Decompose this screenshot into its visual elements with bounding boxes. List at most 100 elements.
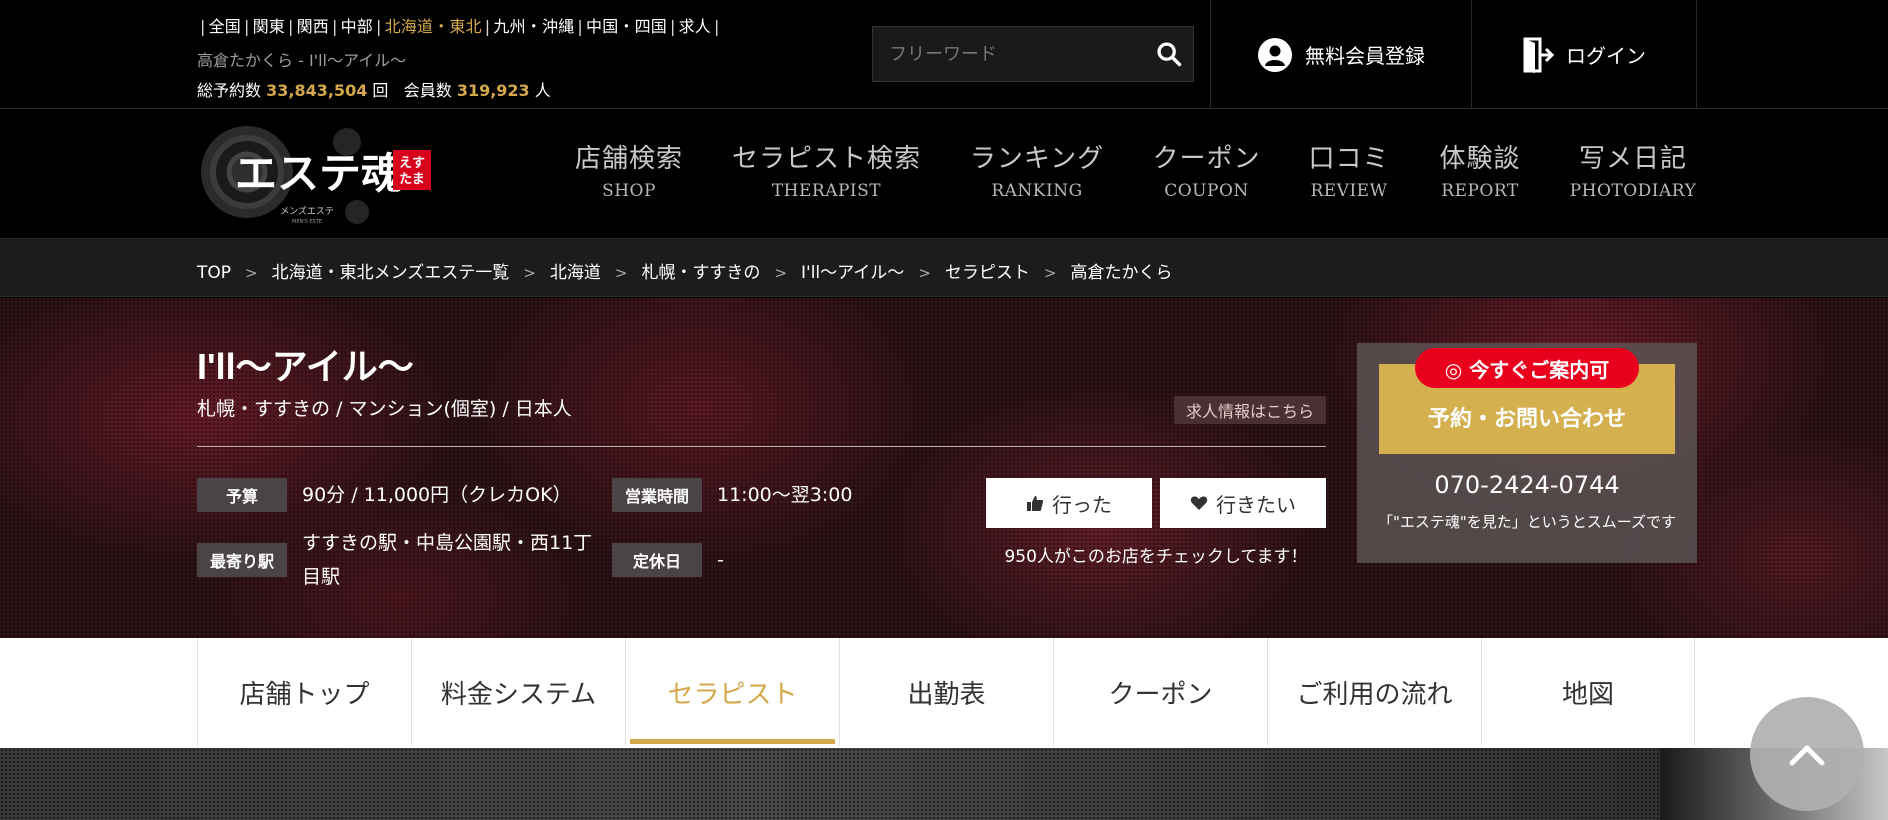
tab-schedule[interactable]: 出勤表 [839, 638, 1053, 746]
shop-subtitle: 札幌・すすきの / マンション(個室) / 日本人 [197, 398, 572, 420]
region-links: | 全国 | 関東 | 関西 | 中部 | 北海道・東北 | 九州・沖縄 | 中国・四国 | 求人 | [200, 17, 720, 36]
holiday-label: 定休日 [612, 543, 702, 577]
bookings-count: 33,843,504 [266, 81, 368, 100]
therapist-banner [0, 748, 1888, 820]
nav-photodiary[interactable]: 写メ日記 PHOTODIARY [1568, 138, 1698, 201]
thumbs-up-icon [1027, 496, 1044, 511]
region-link-recruit[interactable]: 求人 [679, 17, 711, 36]
site-logo[interactable]: エステ魂 えす たま メンズエステ MEN'S ESTE [197, 120, 437, 228]
members-unit: 人 [534, 81, 551, 100]
region-link-chubu[interactable]: 中部 [341, 17, 373, 36]
chevron-right-icon: > [245, 264, 258, 282]
region-link-all[interactable]: 全国 [209, 17, 241, 36]
logo-text: エステ魂 [235, 149, 403, 198]
bookings-label: 総予約数 [197, 81, 262, 100]
nav-therapist[interactable]: セラピスト検索 THERAPIST [730, 138, 923, 201]
budget-value: 90分 / 11,000円（クレカOK） [302, 484, 572, 506]
region-link-kanto[interactable]: 関東 [253, 17, 285, 36]
register-label: 無料会員登録 [1305, 44, 1425, 68]
region-link-chugoku-shikoku[interactable]: 中国・四国 [586, 17, 667, 36]
budget-label: 予算 [197, 478, 287, 512]
search-input[interactable] [873, 27, 1143, 81]
svg-text:えす: えす [399, 156, 425, 171]
nav-ranking-en: RANKING [991, 181, 1083, 201]
nav-report-en: REPORT [1441, 181, 1519, 201]
region-link-hokkaido-tohoku[interactable]: 北海道・東北 [385, 17, 482, 36]
holiday-value: - [717, 549, 724, 571]
nav-report[interactable]: 体験談 REPORT [1437, 138, 1523, 201]
breadcrumb-top[interactable]: TOP [197, 263, 231, 283]
nav-ranking[interactable]: ランキング RANKING [968, 138, 1106, 201]
nav-shop-jp: 店舗検索 [574, 144, 683, 174]
site-stats: 総予約数 33,843,504 回 会員数 319,923 人 [197, 77, 551, 101]
nav-review[interactable]: 口コミ REVIEW [1306, 138, 1392, 201]
login-button[interactable]: ログイン [1471, 0, 1697, 109]
user-icon [1258, 37, 1292, 72]
nav-ranking-jp: ランキング [969, 144, 1105, 174]
shop-name: I'll〜アイル〜 [197, 346, 414, 387]
chevron-right-icon: > [918, 264, 931, 282]
login-icon [1523, 37, 1554, 73]
nav-review-en: REVIEW [1310, 181, 1388, 201]
logo-tagline-en: MEN'S ESTE [292, 219, 322, 225]
heart-icon [1190, 496, 1208, 510]
want-label: 行きたい [1216, 492, 1296, 517]
hours-label: 営業時間 [612, 478, 702, 512]
chevron-right-icon: > [614, 264, 628, 282]
shop-tabs: 店舗トップ 料金システム セラピスト 出勤表 クーポン ご利用の流れ 地図 [0, 638, 1888, 748]
chevron-right-icon: > [523, 264, 536, 282]
went-label: 行った [1052, 492, 1112, 517]
hours-value: 11:00〜翌3:00 [717, 484, 853, 506]
station-value: すすきの駅・中島公園駅・西11丁目駅 [302, 532, 593, 588]
login-label: ログイン [1566, 44, 1646, 68]
nav-photodiary-en: PHOTODIARY [1569, 181, 1697, 201]
went-button[interactable]: 行った [986, 478, 1152, 528]
breadcrumb-current: 高倉たかくら [1070, 263, 1173, 283]
nav-coupon[interactable]: クーポン COUPON [1151, 138, 1262, 201]
page-subtitle: 高倉たかくら - I'll〜アイル〜 [197, 51, 407, 70]
tab-price-system[interactable]: 料金システム [411, 638, 625, 746]
breadcrumb-prefecture[interactable]: 北海道 [550, 263, 601, 283]
search-icon[interactable] [1155, 40, 1183, 68]
nav-shop-en: SHOP [602, 181, 656, 201]
divider [197, 446, 1326, 447]
nav-shop[interactable]: 店舗検索 SHOP [573, 138, 685, 201]
region-link-kansai[interactable]: 関西 [297, 17, 329, 36]
nav-coupon-en: COUPON [1164, 181, 1249, 201]
tab-shop-top[interactable]: 店舗トップ [197, 638, 411, 746]
breadcrumb-region-list[interactable]: 北海道・東北メンズエステ一覧 [272, 263, 510, 283]
tab-coupon[interactable]: クーポン [1053, 638, 1267, 746]
recruit-link[interactable]: 求人情報はこちら [1174, 396, 1326, 424]
nav-therapist-en: THERAPIST [771, 181, 882, 201]
members-label: 会員数 [403, 81, 452, 100]
station-label: 最寄り駅 [197, 543, 287, 577]
breadcrumb-shop[interactable]: I'll〜アイル〜 [801, 263, 904, 283]
scroll-to-top-button[interactable] [1750, 697, 1864, 811]
shop-hero: I'll〜アイル〜 札幌・すすきの / マンション(個室) / 日本人 求人情報… [0, 298, 1888, 638]
phone-number[interactable]: 070-2424-0744 [1357, 471, 1697, 499]
region-link-kyushu-okinawa[interactable]: 九州・沖縄 [493, 17, 574, 36]
search-box [872, 26, 1194, 82]
tab-usage-flow[interactable]: ご利用の流れ [1267, 638, 1481, 746]
nav-report-jp: 体験談 [1439, 144, 1521, 174]
check-count: 950人がこのお店をチェックしてます！ [1004, 547, 1308, 567]
available-now-badge: ◎ 今すぐご案内可 [1415, 348, 1639, 388]
svg-text:たま: たま [399, 172, 425, 187]
members-count: 319,923 [456, 81, 530, 100]
breadcrumb: TOP > 北海道・東北メンズエステ一覧 > 北海道 > 札幌・すすきの > I'll〜アイル〜… [0, 238, 1888, 297]
nav-photodiary-jp: 写メ日記 [1578, 144, 1687, 174]
want-button[interactable]: 行きたい [1160, 478, 1326, 528]
nav-therapist-jp: セラピスト検索 [731, 144, 921, 174]
logo-tagline: メンズエステ [280, 205, 334, 217]
register-button[interactable]: 無料会員登録 [1210, 0, 1471, 109]
nav-review-jp: 口コミ [1308, 144, 1390, 174]
chevron-up-icon [1789, 745, 1825, 766]
breadcrumb-area[interactable]: 札幌・すすきの [641, 263, 760, 283]
breadcrumb-therapist[interactable]: セラピスト [945, 263, 1030, 283]
chevron-right-icon: > [774, 264, 788, 282]
tab-therapist[interactable]: セラピスト [625, 638, 839, 746]
tab-map[interactable]: 地図 [1481, 638, 1695, 746]
top-bar: | 全国 | 関東 | 関西 | 中部 | 北海道・東北 | 九州・沖縄 | 中国・四国 | 求人 | 高倉たか… [0, 0, 1888, 109]
main-nav: エステ魂 えす たま メンズエステ MEN'S ESTE 店舗検索 SHOP セ… [0, 110, 1888, 238]
bookings-unit: 回 [372, 81, 389, 100]
